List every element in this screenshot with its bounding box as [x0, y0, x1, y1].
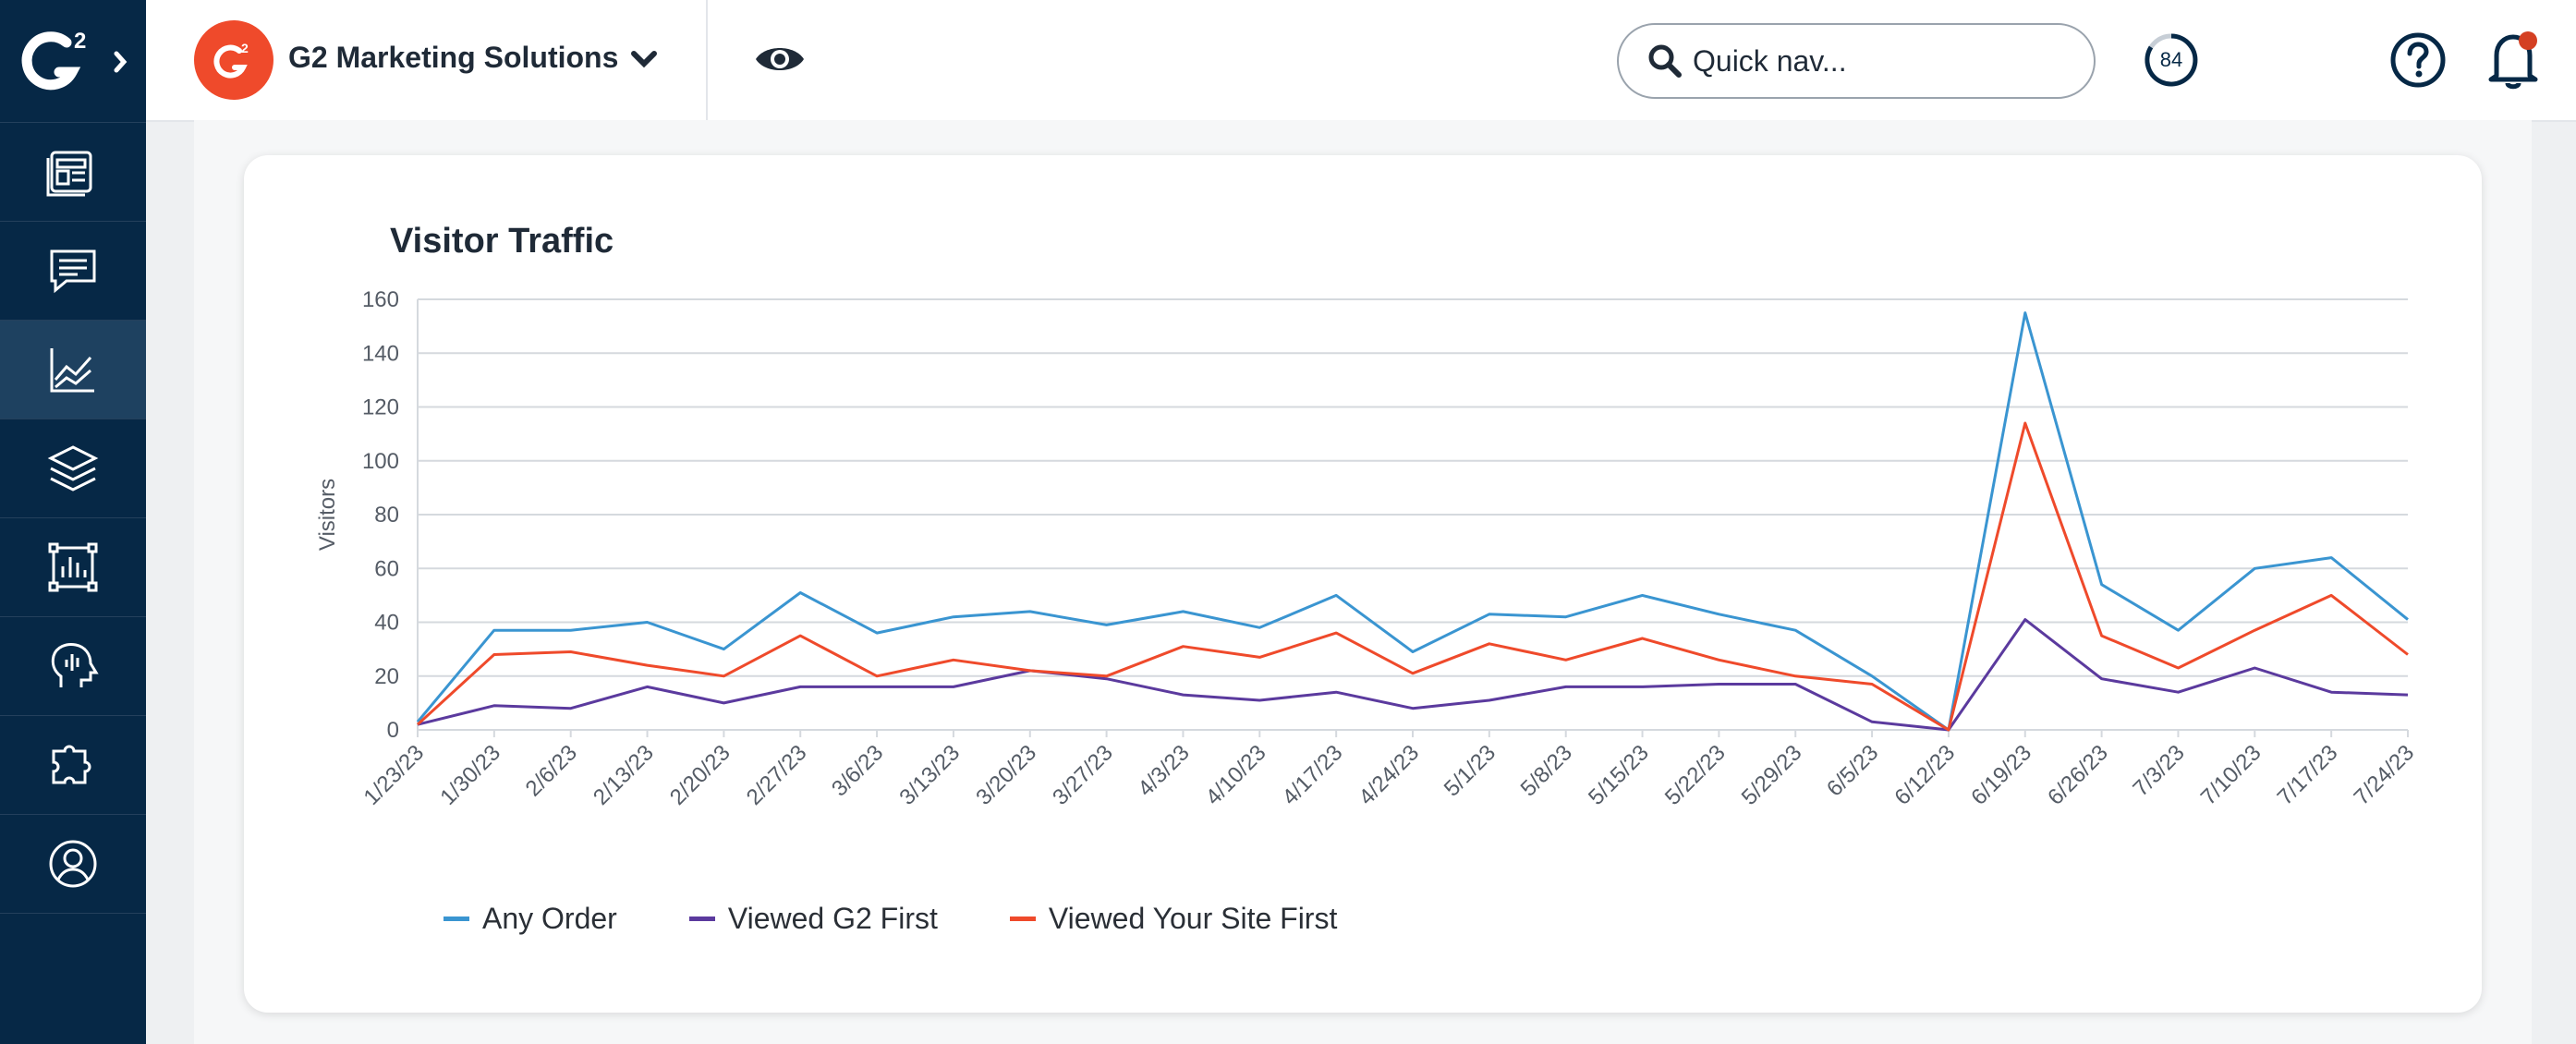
y-tick-label: 80 [374, 503, 399, 528]
x-tick-label: 7/17/23 [2273, 740, 2343, 810]
y-tick-label: 140 [362, 341, 399, 366]
chat-icon [50, 249, 96, 294]
chevron-down-icon[interactable] [630, 48, 658, 70]
legend-label: Any Order [482, 902, 617, 935]
x-tick-label: 5/8/23 [1516, 740, 1577, 801]
user-circle-icon [49, 840, 97, 888]
y-tick-label: 40 [374, 611, 399, 636]
x-tick-label: 3/13/23 [894, 740, 965, 810]
x-tick-label: 5/29/23 [1737, 740, 1807, 810]
legend-swatch [688, 917, 715, 921]
x-tick-label: 6/19/23 [1966, 740, 2036, 810]
sidebar-item-analytics[interactable] [0, 320, 146, 419]
x-tick-label: 4/17/23 [1278, 740, 1348, 810]
header-divider [706, 0, 708, 120]
help-icon[interactable] [2389, 31, 2447, 89]
y-tick-label: 120 [362, 395, 399, 420]
search-icon [1648, 44, 1682, 78]
y-tick-label: 20 [374, 664, 399, 689]
visitor-traffic-chart: 0 20 40 60 80 100 120 140 160 Visitors 1/23/23 1/30… [315, 287, 2420, 810]
chart-legend: Any Order Viewed G2 First Viewed Your Site… [444, 902, 1409, 936]
legend-label: Viewed G2 First [727, 902, 938, 935]
x-tick-label: 7/24/23 [2350, 740, 2420, 810]
x-tick-label: 4/10/23 [1201, 740, 1271, 810]
x-tick-label: 2/6/23 [521, 740, 582, 801]
eye-icon[interactable] [754, 39, 806, 79]
layers-icon [47, 445, 99, 492]
legend-item[interactable]: Viewed Your Site First [1009, 902, 1338, 936]
notification-bell-icon[interactable] [2484, 26, 2545, 92]
sidebar-item-dashboard[interactable] [0, 122, 146, 221]
legend-label: Viewed Your Site First [1048, 902, 1338, 935]
legend-item[interactable]: Viewed G2 First [688, 902, 938, 936]
legend-swatch [444, 917, 469, 921]
dashboard-icon [46, 151, 92, 197]
report-icon [48, 542, 98, 592]
y-axis-label: Visitors [315, 479, 340, 551]
x-tick-label: 7/10/23 [2196, 740, 2266, 810]
brand-name[interactable]: G2 Marketing Solutions [288, 41, 618, 75]
x-tick-label: 4/24/23 [1355, 740, 1425, 810]
search-input[interactable] [1691, 42, 2083, 79]
legend-swatch [1009, 917, 1036, 921]
y-tick-label: 60 [374, 556, 399, 581]
x-tick-label: 7/3/23 [2128, 740, 2189, 801]
x-tick-label: 2/20/23 [665, 740, 735, 810]
svg-text:2: 2 [74, 29, 86, 54]
svg-text:2: 2 [241, 41, 249, 55]
x-tick-label: 1/30/23 [435, 740, 505, 810]
sidebar-item-layers[interactable] [0, 419, 146, 517]
score-value: 84 [2159, 48, 2183, 71]
x-tick-label: 6/12/23 [1889, 740, 1960, 810]
sidebar: 2 [0, 0, 146, 1044]
sidebar-item-reports[interactable] [0, 517, 146, 616]
y-tick-label: 160 [362, 287, 399, 312]
x-tick-label: 2/27/23 [742, 740, 812, 810]
g2-brand-icon: 2 [213, 41, 249, 79]
x-tick-label: 5/1/23 [1440, 740, 1501, 801]
x-tick-label: 6/26/23 [2043, 740, 2113, 810]
y-tick-label: 0 [387, 718, 399, 743]
y-tick-label: 100 [362, 449, 399, 474]
x-tick-label: 4/3/23 [1133, 740, 1194, 801]
sidebar-item-insights[interactable] [0, 616, 146, 715]
head-insights-icon [51, 643, 99, 687]
x-tick-label: 3/6/23 [827, 740, 888, 801]
sidebar-item-integrations[interactable] [0, 715, 146, 814]
notification-dot [2519, 31, 2537, 50]
x-tick-label: 3/20/23 [971, 740, 1041, 810]
series-line [416, 311, 2409, 732]
x-tick-label: 6/5/23 [1822, 740, 1883, 801]
g2-logo[interactable]: 2 [0, 0, 146, 120]
brand-logo[interactable]: 2 [194, 20, 273, 100]
top-header: 2 G2 Marketing Solutions 84 [146, 0, 2576, 122]
visitor-traffic-card: Visitor Traffic 0 20 40 60 80 100 120 140 160 Vis… [244, 155, 2482, 1013]
x-tick-label: 2/13/23 [589, 740, 659, 810]
series-line [416, 421, 2409, 732]
x-tick-label: 5/15/23 [1584, 740, 1654, 810]
sidebar-item-messages[interactable] [0, 221, 146, 320]
puzzle-icon [52, 745, 91, 784]
legend-item[interactable]: Any Order [444, 902, 617, 936]
g2-logo-icon: 2 [21, 29, 128, 91]
x-tick-label: 3/27/23 [1048, 740, 1118, 810]
x-tick-label: 1/23/23 [359, 740, 430, 810]
analytics-icon [50, 348, 94, 393]
x-tick-label: 5/22/23 [1660, 740, 1731, 810]
quick-nav-search[interactable] [1617, 23, 2096, 99]
sidebar-item-account[interactable] [0, 814, 146, 914]
